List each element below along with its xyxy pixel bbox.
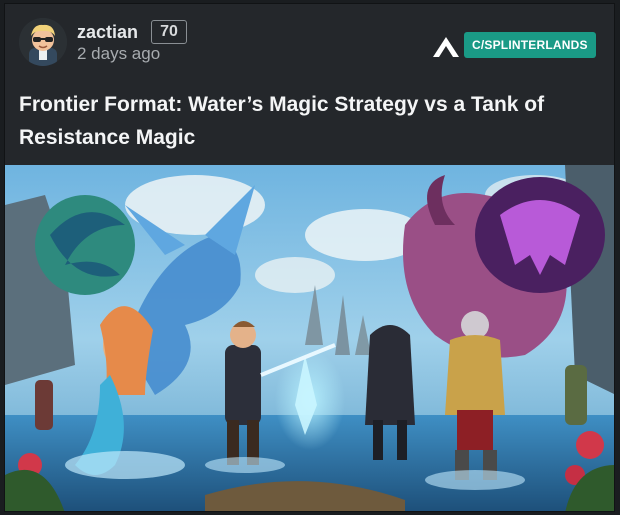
avatar-image — [19, 18, 67, 66]
avatar[interactable] — [19, 18, 67, 66]
post-title[interactable]: Frontier Format: Water’s Magic Strategy … — [19, 88, 599, 154]
splinterlands-logo-icon[interactable] — [431, 35, 461, 59]
post-header: zactian 70 2 days ago C/SPLINTERLANDS — [5, 4, 614, 70]
community-badge[interactable]: C/SPLINTERLANDS — [464, 32, 596, 58]
post-hero-image[interactable] — [5, 165, 615, 512]
post-timestamp[interactable]: 2 days ago — [77, 44, 160, 64]
post-card[interactable]: zactian 70 2 days ago C/SPLINTERLANDS Fr… — [4, 3, 615, 512]
author-name[interactable]: zactian — [77, 21, 138, 43]
reputation-badge: 70 — [151, 20, 187, 44]
